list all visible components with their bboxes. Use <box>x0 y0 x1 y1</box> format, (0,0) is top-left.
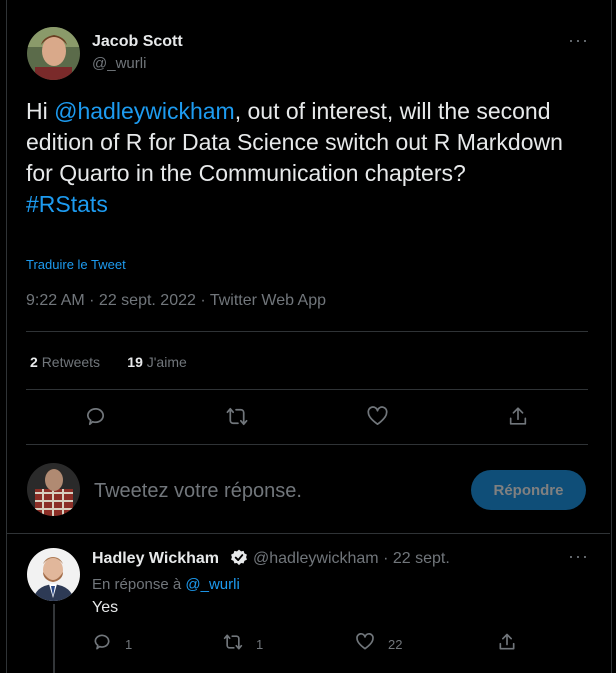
reply-icon[interactable] <box>84 405 107 433</box>
reply-text: Yes <box>92 599 119 616</box>
like-icon[interactable] <box>366 405 389 433</box>
thread-line <box>53 604 55 673</box>
share-icon[interactable] <box>507 405 529 433</box>
reply-handle-text[interactable]: @hadleywickham <box>253 550 379 567</box>
divider <box>26 389 588 390</box>
retweet-icon[interactable] <box>225 405 249 433</box>
retweets-label: Retweets <box>41 354 101 370</box>
in-reply-handle[interactable]: @_wurli <box>185 576 239 593</box>
reply-author-avatar[interactable] <box>27 548 80 601</box>
more-icon[interactable]: ··· <box>568 30 589 51</box>
reply-more-icon[interactable]: ··· <box>568 546 589 567</box>
divider <box>6 533 610 534</box>
reply-button[interactable]: Répondre <box>471 470 586 510</box>
retweet-icon[interactable] <box>222 632 244 657</box>
reply-icon[interactable] <box>92 632 112 657</box>
author-avatar[interactable] <box>27 27 80 80</box>
retweets-stat[interactable]: 2 Retweets <box>30 354 100 370</box>
verified-badge-icon <box>229 548 249 573</box>
hashtag-link[interactable]: #RStats <box>26 191 108 217</box>
current-user-avatar[interactable] <box>27 463 80 516</box>
reply-author-handle[interactable]: @hadleywickham · 22 sept. <box>253 550 450 568</box>
in-reply-to: En réponse à @_wurli <box>92 576 240 593</box>
divider <box>26 331 588 332</box>
tweet-text-start: Hi <box>26 98 55 124</box>
reply-retweets-count: 1 <box>256 637 264 652</box>
reply-author-name[interactable]: Hadley Wickham <box>92 550 219 568</box>
likes-label: J'aime <box>146 354 187 370</box>
tweet-text: Hi @hadleywickham, out of interest, will… <box>26 96 596 220</box>
reply-replies-count: 1 <box>125 637 133 652</box>
author-name[interactable]: Jacob Scott <box>92 33 183 51</box>
reply-input[interactable]: Tweetez votre réponse. <box>94 480 302 503</box>
author-handle[interactable]: @_wurli <box>92 55 146 72</box>
reply-likes-count: 22 <box>388 637 403 652</box>
mention-link[interactable]: @hadleywickham <box>54 98 235 124</box>
divider <box>26 444 588 445</box>
tweet-stats: 2 Retweets 19 J'aime <box>30 354 187 370</box>
retweets-count: 2 <box>30 354 38 370</box>
share-icon[interactable] <box>497 632 517 657</box>
likes-count: 19 <box>127 354 143 370</box>
like-icon[interactable] <box>355 632 375 657</box>
in-reply-prefix: En réponse à <box>92 576 182 593</box>
reply-date[interactable]: · 22 sept. <box>383 550 450 567</box>
translate-link[interactable]: Traduire le Tweet <box>26 257 126 272</box>
likes-stat[interactable]: 19 J'aime <box>127 354 187 370</box>
tweet-meta: 9:22 AM · 22 sept. 2022 · Twitter Web Ap… <box>26 292 327 309</box>
